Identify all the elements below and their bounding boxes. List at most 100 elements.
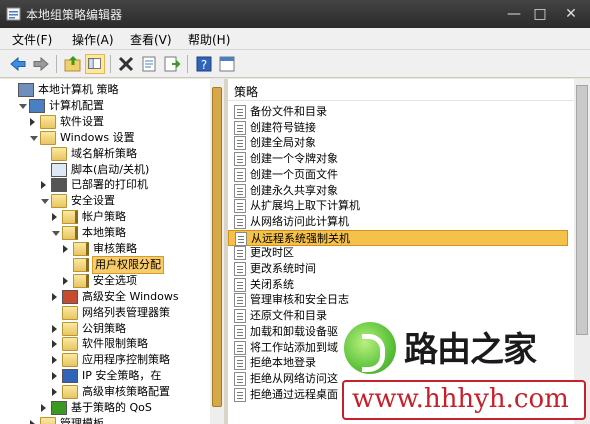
computer-icon bbox=[29, 98, 45, 113]
forward-arrow-icon[interactable] bbox=[31, 54, 51, 74]
list-item-label: 更改系统时间 bbox=[250, 262, 316, 275]
list-item-label: 从远程系统强制关机 bbox=[251, 231, 350, 245]
tree-item-label: IP 安全策略，在 bbox=[82, 369, 162, 383]
collapse-arrow-icon[interactable] bbox=[19, 103, 27, 109]
list-item[interactable]: 从远程系统强制关机 bbox=[228, 229, 568, 246]
expand-arrow-icon[interactable] bbox=[41, 404, 46, 412]
expand-arrow-icon[interactable] bbox=[52, 324, 57, 333]
tree-item-label: 公钥策略 bbox=[82, 321, 126, 335]
folder-icon bbox=[51, 146, 67, 161]
folder-icon bbox=[62, 305, 78, 320]
expand-arrow-icon[interactable] bbox=[52, 356, 57, 365]
list-item[interactable]: 将工作站添加到域 bbox=[228, 340, 568, 356]
list-item[interactable]: 加载和卸载设备驱 bbox=[228, 324, 568, 340]
collapse-arrow-icon[interactable] bbox=[41, 199, 49, 205]
ip-security-icon bbox=[62, 369, 78, 384]
list-item-label: 加载和卸载设备驱 bbox=[250, 324, 338, 338]
expand-arrow-icon[interactable] bbox=[41, 181, 46, 190]
folder-icon bbox=[62, 337, 78, 352]
maximize-button[interactable]: □ bbox=[528, 4, 552, 24]
policy-list: 策略 备份文件和目录 创建符号链接 创建全局对象 创建一个令牌对象 创建一个页面文件创建… bbox=[228, 79, 590, 424]
list-item[interactable]: 管理审核和安全日志 bbox=[228, 292, 568, 308]
list-scrollbar-thumb[interactable] bbox=[576, 85, 588, 335]
list-item[interactable]: 更改时区 bbox=[228, 245, 568, 261]
close-button[interactable]: ✕ bbox=[556, 4, 586, 24]
up-folder-icon[interactable] bbox=[63, 54, 83, 74]
expand-arrow-icon[interactable] bbox=[63, 245, 68, 253]
list-item[interactable]: 还原文件和目录 bbox=[228, 308, 568, 324]
list-scrollbar[interactable] bbox=[574, 79, 590, 424]
expand-arrow-icon[interactable] bbox=[52, 372, 57, 381]
list-item[interactable]: 创建一个页面文件 bbox=[228, 167, 568, 183]
back-arrow-icon[interactable] bbox=[8, 54, 28, 74]
toolbar-separator bbox=[187, 55, 188, 73]
list-item[interactable]: 拒绝本地登录 bbox=[228, 355, 568, 371]
policy-icon bbox=[234, 371, 246, 386]
tree-item-label: 基于策略的 QoS bbox=[71, 401, 152, 414]
properties-icon[interactable] bbox=[139, 54, 159, 74]
title-bar[interactable]: 本地组策略编辑器 — □ ✕ bbox=[0, 0, 590, 28]
export-list-icon[interactable] bbox=[162, 54, 182, 74]
list-item[interactable]: 更改系统时间 bbox=[228, 261, 568, 277]
expand-arrow-icon[interactable] bbox=[52, 292, 57, 301]
tree-item-label: 用户权限分配 bbox=[92, 255, 164, 274]
list-header: 策略 bbox=[228, 79, 590, 101]
tree-item-label: 安全设置 bbox=[71, 194, 115, 208]
folder-icon bbox=[40, 130, 56, 145]
svg-text:?: ? bbox=[201, 58, 207, 72]
tree-scrollbar[interactable] bbox=[210, 79, 224, 424]
menu-file[interactable]: 文件(F) bbox=[12, 31, 52, 48]
expand-arrow-icon[interactable] bbox=[30, 419, 35, 424]
list-item-label: 拒绝从网络访问这 bbox=[250, 371, 338, 385]
column-header-policy[interactable]: 策略 bbox=[234, 83, 258, 100]
list-item[interactable]: 拒绝通过远程桌面 bbox=[228, 387, 568, 403]
tree-item-label: 安全选项 bbox=[93, 273, 137, 287]
list-item[interactable]: 创建全局对象 bbox=[228, 135, 568, 151]
list-item[interactable]: 拒绝从网络访问这 bbox=[228, 371, 568, 387]
folder-lock-icon bbox=[73, 273, 89, 288]
list-item[interactable]: 关闭系统 bbox=[228, 277, 568, 293]
list-item[interactable]: 从网络访问此计算机 bbox=[228, 214, 568, 230]
list-item[interactable]: 从扩展坞上取下计算机 bbox=[228, 198, 568, 214]
expand-arrow-icon[interactable] bbox=[63, 276, 68, 285]
menu-help[interactable]: 帮助(H) bbox=[188, 31, 230, 48]
firewall-icon bbox=[62, 289, 78, 304]
menu-view[interactable]: 查看(V) bbox=[130, 31, 172, 48]
list-item-label: 从网络访问此计算机 bbox=[250, 214, 349, 228]
tree-item-label: 应用程序控制策略 bbox=[82, 353, 170, 367]
list-item[interactable]: 创建符号链接 bbox=[228, 120, 568, 136]
tree-scrollbar-thumb[interactable] bbox=[212, 87, 222, 407]
list-item-label: 管理审核和安全日志 bbox=[250, 293, 349, 307]
delete-icon[interactable] bbox=[116, 54, 136, 74]
list-item[interactable]: 创建一个令牌对象 bbox=[228, 151, 568, 167]
policy-icon bbox=[234, 277, 246, 292]
list-item[interactable]: 备份文件和目录 bbox=[228, 104, 568, 120]
help-icon[interactable]: ? bbox=[194, 54, 214, 74]
expand-arrow-icon[interactable] bbox=[52, 213, 57, 222]
minimize-button[interactable]: — bbox=[502, 4, 526, 24]
expand-arrow-icon[interactable] bbox=[30, 117, 35, 126]
list-item-label: 创建一个页面文件 bbox=[250, 167, 338, 181]
list-item[interactable]: 创建永久共享对象 bbox=[228, 183, 568, 199]
printer-icon bbox=[51, 178, 67, 193]
list-item-label: 拒绝通过远程桌面 bbox=[250, 387, 338, 401]
list-item-label: 创建全局对象 bbox=[250, 136, 316, 150]
policy-icon bbox=[234, 152, 246, 167]
computer-policy-icon bbox=[18, 83, 34, 97]
policy-icon bbox=[234, 183, 246, 198]
tree-item-label: 域名解析策略 bbox=[71, 146, 137, 160]
collapse-arrow-icon[interactable] bbox=[52, 231, 60, 237]
policy-icon bbox=[234, 324, 246, 339]
policy-editor-app-icon bbox=[6, 7, 21, 21]
collapse-arrow-icon[interactable] bbox=[30, 135, 38, 141]
expand-arrow-icon[interactable] bbox=[52, 388, 57, 397]
policy-tree: 本地计算机 策略 计算机配置 软件设置 Windows 设置 域名解析策略 脚本(启动/关… bbox=[0, 79, 226, 424]
menu-action[interactable]: 操作(A) bbox=[72, 31, 114, 48]
tree-item-label: 软件设置 bbox=[60, 114, 104, 128]
policy-icon bbox=[234, 246, 246, 261]
show-tree-icon[interactable] bbox=[85, 54, 105, 74]
console-icon[interactable] bbox=[217, 54, 237, 74]
expand-arrow-icon[interactable] bbox=[52, 340, 57, 349]
tree-item-label: 审核策略 bbox=[93, 242, 137, 255]
security-icon bbox=[51, 194, 67, 209]
